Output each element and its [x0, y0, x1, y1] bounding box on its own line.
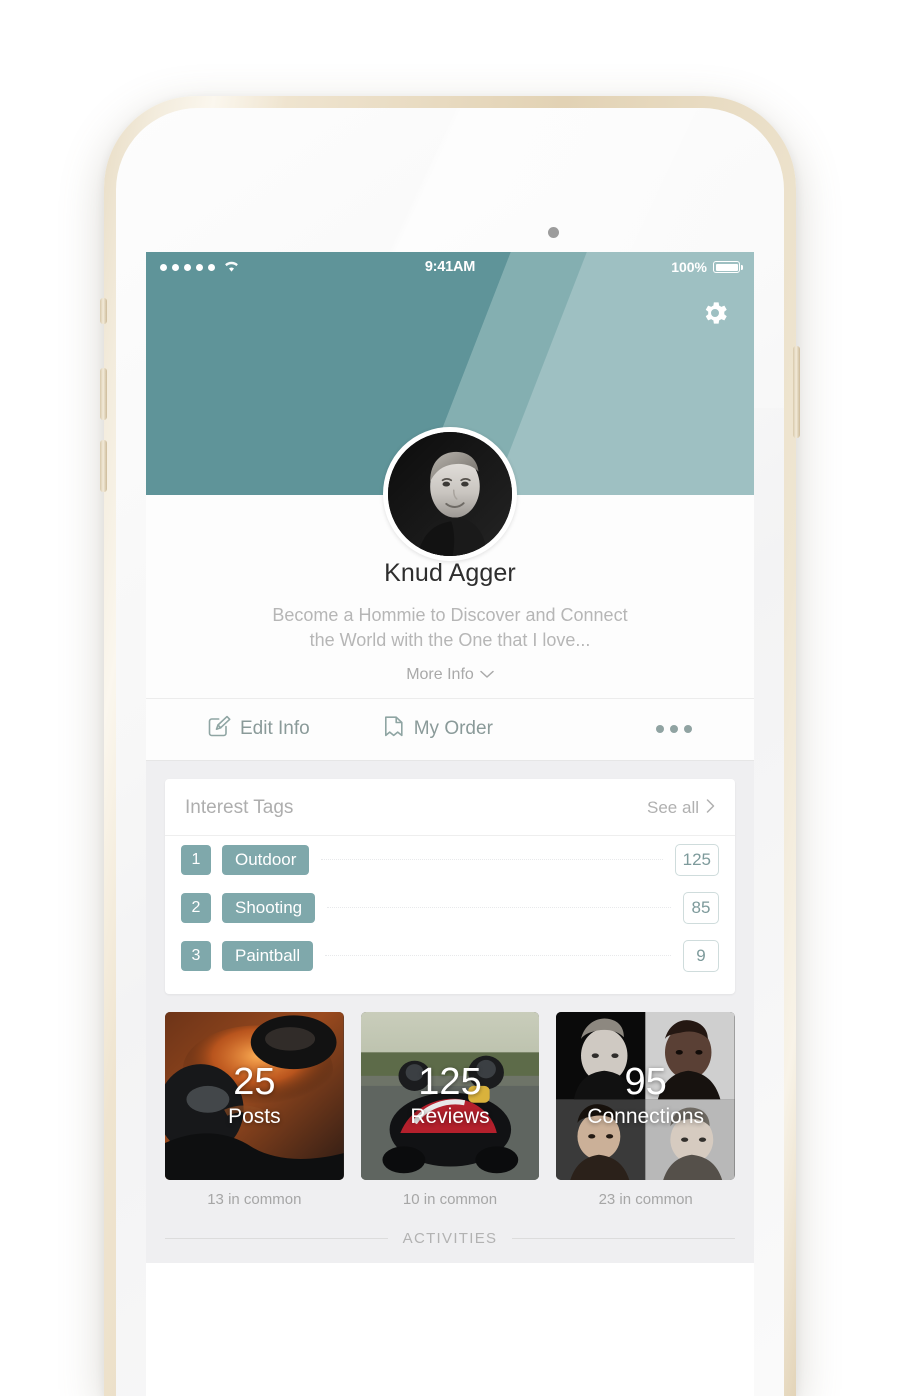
- edit-info-button[interactable]: Edit Info: [206, 713, 310, 745]
- connections-subtitle: 23 in common: [598, 1190, 693, 1208]
- table-row: 2 Shooting 85: [165, 884, 735, 932]
- reviews-value: 125: [418, 1060, 482, 1103]
- profile-section: Knud Agger Become a Hommie to Discover a…: [146, 427, 754, 699]
- divider-line-left: [165, 1237, 388, 1239]
- tag-count: 125: [674, 843, 719, 876]
- more-info-toggle[interactable]: More Info: [406, 666, 494, 684]
- gear-icon[interactable]: [700, 298, 730, 333]
- tag-count: 85: [683, 891, 719, 924]
- ellipsis-dot: [656, 725, 664, 734]
- stat-connections: 95 Connections 23 in common: [556, 1011, 736, 1208]
- tag-rank-badge: 2: [181, 892, 211, 923]
- posts-label: Posts: [228, 1104, 281, 1128]
- power-button[interactable]: [793, 346, 800, 438]
- table-row: 3 Paintball 9: [165, 932, 735, 980]
- interest-tags-title: Interest Tags: [185, 796, 294, 818]
- status-bar: 9:41AM 100%: [146, 252, 754, 282]
- silent-switch-button[interactable]: [100, 298, 107, 324]
- bookmark-icon: [382, 713, 406, 745]
- action-bar: Edit Info My Order: [146, 698, 754, 761]
- table-row: 1 Outdoor 125: [165, 836, 735, 884]
- battery-percent-label: 100%: [671, 259, 707, 275]
- status-bar-right: 100%: [671, 259, 743, 275]
- connections-card[interactable]: 95 Connections: [556, 1011, 736, 1180]
- phone-device: 9:41AM 100% Knud Agger Become a Hommie t…: [100, 96, 800, 1396]
- status-bar-clock: 9:41AM: [424, 259, 476, 275]
- battery-full-icon: [713, 261, 743, 273]
- ellipsis-icon[interactable]: [656, 725, 692, 734]
- tag-pill[interactable]: Shooting: [222, 892, 316, 923]
- interest-tags-header: Interest Tags See all: [165, 779, 735, 836]
- more-info-label: More Info: [406, 665, 474, 683]
- reviews-card[interactable]: 125 Reviews: [360, 1011, 540, 1180]
- bio-line-2: the World with the One that I love...: [309, 629, 591, 650]
- tag-count: 9: [683, 939, 719, 972]
- volume-down-button[interactable]: [100, 440, 107, 492]
- activities-divider: ACTIVITIES: [165, 1230, 735, 1263]
- avatar[interactable]: [383, 427, 517, 561]
- posts-value: 25: [233, 1060, 276, 1103]
- volume-up-button[interactable]: [100, 368, 107, 420]
- reviews-label: Reviews: [410, 1104, 490, 1128]
- leader-line: [325, 955, 671, 957]
- ellipsis-dot: [684, 725, 692, 734]
- divider-line-right: [512, 1237, 735, 1239]
- see-all-link[interactable]: See all: [647, 798, 715, 818]
- stat-reviews: 125 Reviews 10 in common: [360, 1011, 540, 1208]
- edit-info-label: Edit Info: [240, 718, 310, 740]
- see-all-label: See all: [647, 797, 699, 817]
- posts-subtitle: 13 in common: [207, 1190, 302, 1208]
- activities-list-placeholder: [146, 1262, 754, 1303]
- leader-line: [327, 907, 671, 909]
- stats-row: 25 Posts 13 in common 125 Reviews 10 in …: [165, 1011, 736, 1208]
- tag-rank-badge: 1: [181, 844, 211, 875]
- ellipsis-dot: [670, 725, 678, 734]
- posts-card[interactable]: 25 Posts: [165, 1011, 344, 1180]
- phone-screen: 9:41AM 100% Knud Agger Become a Hommie t…: [146, 252, 754, 1396]
- interest-tags-card: Interest Tags See all 1 Outdoor 125 2 Sh…: [165, 778, 735, 994]
- reviews-subtitle: 10 in common: [402, 1190, 498, 1208]
- my-order-button[interactable]: My Order: [382, 713, 493, 745]
- tag-rank-badge: 3: [181, 940, 211, 971]
- connections-value: 95: [624, 1060, 667, 1103]
- chevron-right-icon: [706, 798, 715, 818]
- activities-label: ACTIVITIES: [402, 1229, 498, 1247]
- proximity-sensor-icon: [548, 227, 559, 238]
- leader-line: [321, 859, 663, 861]
- page-title: Knud Agger: [384, 559, 516, 587]
- connections-label: Connections: [587, 1104, 705, 1128]
- bio-line-1: Become a Hommie to Discover and Connect: [272, 605, 628, 625]
- my-order-label: My Order: [413, 718, 493, 740]
- profile-bio: Become a Hommie to Discover and Connect …: [146, 603, 754, 653]
- content-scroll-area: Interest Tags See all 1 Outdoor 125 2 Sh…: [146, 760, 754, 1263]
- tag-pill[interactable]: Outdoor: [222, 844, 310, 875]
- chevron-down-icon: [480, 666, 494, 684]
- edit-pencil-icon: [206, 713, 232, 745]
- stat-posts: 25 Posts 13 in common: [165, 1011, 344, 1208]
- tag-pill[interactable]: Paintball: [222, 940, 314, 971]
